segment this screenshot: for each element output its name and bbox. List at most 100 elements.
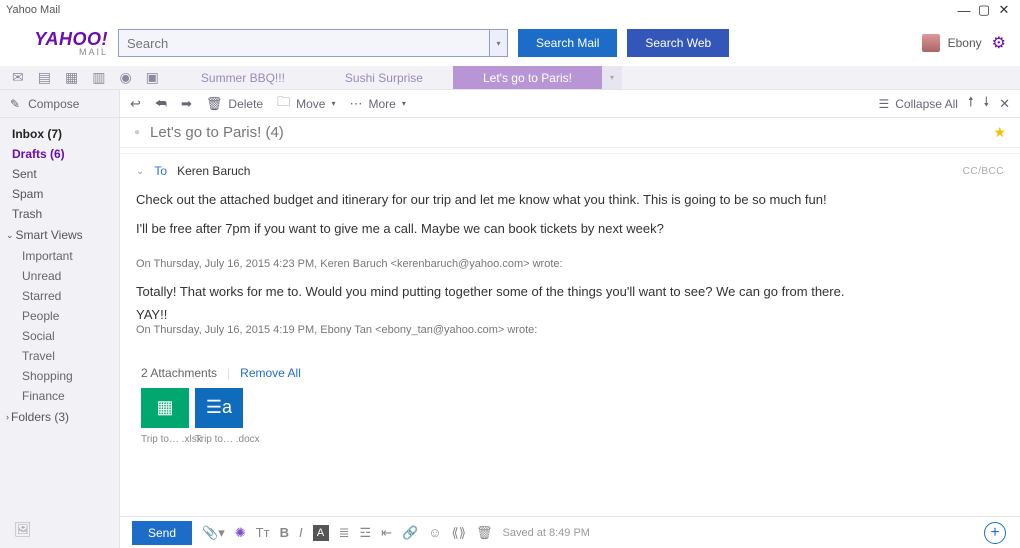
forward-icon[interactable]: ➡ [181,96,192,112]
quote-1-yay: YAY!! [136,307,1004,322]
add-button[interactable]: + [984,522,1006,544]
numbered-list-icon[interactable]: ☲ [359,525,371,541]
attach-icon[interactable]: 📎▾ [202,525,225,541]
smartview-important[interactable]: Important [0,246,119,266]
stationery-icon[interactable]: ✺ [235,525,246,541]
link-icon[interactable]: 🔗 [402,525,418,541]
chevron-right-icon: › [6,412,9,422]
reply-all-icon[interactable]: ⮪ [155,96,167,112]
smart-views-toggle[interactable]: ⌄ Smart Views [0,224,119,246]
document-icon: ☰a [195,388,243,428]
compose-toolbar: Send 📎▾ ✺ Tᴛ B I A ≣ ☲ ⇤ 🔗 ☺ ⟪⟫ 🗑 Saved … [120,516,1020,548]
settings-gear-icon[interactable]: ⚙ [992,33,1006,53]
calendar-icon[interactable]: ▦ [65,69,78,86]
send-button[interactable]: Send [132,521,192,545]
action-toolbar: ↩ ⮪ ➡ 🗑 Delete 🗀 Move ▾ ⋯ More ▾ ☰ Colla… [120,90,1020,118]
folders-toggle[interactable]: › Folders (3) [0,406,119,428]
smartview-social[interactable]: Social [0,326,119,346]
window-title: Yahoo Mail [6,4,60,16]
remove-all-attachments[interactable]: Remove All [240,366,301,380]
collapse-recipient-icon[interactable]: ⌄ [136,166,144,177]
search-mail-button[interactable]: Search Mail [518,29,617,57]
trash-icon: 🗑 [206,96,223,112]
folder-icon: 🗀 [277,93,290,115]
sidebar-item-drafts[interactable]: Drafts (6) [0,144,119,164]
up-arrow-icon[interactable]: 🠕 [968,93,974,115]
tab-overflow[interactable]: ▾ [602,66,622,89]
smartview-finance[interactable]: Finance [0,386,119,406]
more-icon: ⋯ [349,96,362,112]
contacts-icon[interactable]: ▤ [38,69,51,86]
down-arrow-icon[interactable]: 🠗 [984,93,990,115]
spreadsheet-icon: ▦ [141,388,189,428]
attachments-section: 2 Attachments | Remove All ▦ Trip to… .x… [136,366,1004,445]
italic-icon[interactable]: I [299,525,303,540]
text-color-icon[interactable]: A [313,525,329,541]
attachment-xlsx[interactable]: ▦ Trip to… .xlsx [141,388,189,445]
tab-sushi-surprise[interactable]: Sushi Surprise [315,66,453,89]
feed-icon[interactable]: ◉ [119,69,131,86]
collapse-icon: ☰ [878,97,889,111]
compose-icon: ✎ [10,97,20,111]
image-icon[interactable]: 🖼 [14,521,32,538]
recipient-name[interactable]: Keren Baruch [177,164,250,178]
search-web-button[interactable]: Search Web [627,29,729,57]
star-icon[interactable]: ★ [993,124,1006,141]
body-line-2[interactable]: I'll be free after 7pm if you want to gi… [136,219,1004,240]
smartview-starred[interactable]: Starred [0,286,119,306]
tabbar: ✉ ▤ ▦ ▥ ◉ ▣ Summer BBQ!!! Sushi Surprise… [0,66,1020,90]
to-label: To [154,164,167,178]
collapse-all-button[interactable]: ☰ Collapse All [878,97,957,111]
header: YAHOO! MAIL ▾ Search Mail Search Web Ebo… [0,20,1020,66]
yahoo-logo: YAHOO! MAIL [14,29,108,57]
attachments-count: 2 Attachments [141,366,217,380]
user-menu[interactable]: Ebony [922,34,982,52]
move-button[interactable]: 🗀 Move ▾ [277,93,335,115]
saved-status: Saved at 8:49 PM [503,527,590,539]
bulleted-list-icon[interactable]: ≣ [339,525,350,541]
chevron-down-icon: ⌄ [6,230,14,241]
maximize-button[interactable]: ▢ [974,2,994,18]
font-size-icon[interactable]: Tᴛ [256,525,270,540]
notes-icon[interactable]: ▥ [92,69,105,86]
mail-icon[interactable]: ✉ [12,69,24,86]
delete-button[interactable]: 🗑 Delete [206,96,263,112]
close-button[interactable]: ✕ [994,2,1014,18]
close-message-icon[interactable]: ✕ [999,96,1010,112]
discard-icon[interactable]: 🗑 [476,525,493,541]
sidebar-item-trash[interactable]: Trash [0,204,119,224]
bullet-icon: ● [134,127,140,138]
quote-icon[interactable]: ⟪⟫ [452,525,466,541]
app-icon[interactable]: ▣ [146,69,159,86]
bold-icon[interactable]: B [280,525,289,540]
smartview-unread[interactable]: Unread [0,266,119,286]
sidebar-item-inbox[interactable]: Inbox (7) [0,124,119,144]
avatar [922,34,940,52]
compose-button[interactable]: ✎ Compose [0,90,119,118]
window-titlebar: Yahoo Mail — ▢ ✕ [0,0,1020,20]
minimize-button[interactable]: — [954,3,974,18]
tab-summer-bbq[interactable]: Summer BBQ!!! [171,66,315,89]
body-line-1[interactable]: Check out the attached budget and itiner… [136,190,1004,211]
message-body: ⌄ To Keren Baruch CC/BCC Check out the a… [120,154,1020,516]
search-dropdown[interactable]: ▾ [490,29,508,57]
indent-icon[interactable]: ⇤ [381,525,392,541]
sidebar: ✎ Compose Inbox (7) Drafts (6) Sent Spam… [0,90,120,548]
smartview-shopping[interactable]: Shopping [0,366,119,386]
ccbcc-toggle[interactable]: CC/BCC [963,166,1004,177]
search-input[interactable] [118,29,490,57]
smartview-people[interactable]: People [0,306,119,326]
user-name: Ebony [948,36,982,50]
reply-icon[interactable]: ↩ [130,96,141,112]
quote-2-meta: On Thursday, July 16, 2015 4:19 PM, Ebon… [136,324,1004,336]
toolbar-icons: ✉ ▤ ▦ ▥ ◉ ▣ [0,66,171,89]
emoji-icon[interactable]: ☺ [428,525,441,540]
sidebar-item-spam[interactable]: Spam [0,184,119,204]
more-button[interactable]: ⋯ More ▾ [349,96,405,112]
tab-lets-go-to-paris[interactable]: Let's go to Paris! [453,66,602,89]
quote-1-body: Totally! That works for me to. Would you… [136,284,1004,299]
sidebar-item-sent[interactable]: Sent [0,164,119,184]
subject-bar: ● Let's go to Paris! (4) ★ [120,118,1020,148]
smartview-travel[interactable]: Travel [0,346,119,366]
attachment-docx[interactable]: ☰a Trip to… .docx [195,388,243,445]
